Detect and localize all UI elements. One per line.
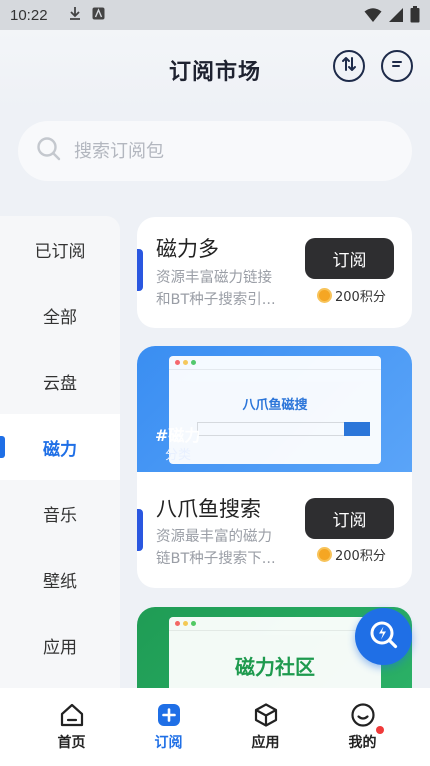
page-title: 订阅市场 bbox=[168, 60, 261, 85]
status-time: 10:22 bbox=[10, 6, 48, 24]
banner-screenshot: 八爪鱼磁搜 bbox=[169, 356, 381, 464]
cube-icon bbox=[253, 702, 279, 728]
search-icon bbox=[36, 136, 62, 166]
sidebar-item-magnet[interactable]: 磁力 bbox=[0, 414, 120, 480]
nav-profile-label: 我的 bbox=[348, 735, 377, 751]
sort-button[interactable] bbox=[333, 50, 365, 82]
home-icon bbox=[59, 702, 85, 728]
subscribe-icon bbox=[156, 702, 182, 728]
card-description: 资源丰富磁力链接和BT种子搜索引... bbox=[156, 270, 276, 308]
nav-home[interactable]: 首页 bbox=[23, 688, 120, 766]
sort-arrows-icon bbox=[340, 55, 358, 77]
card-description: 资源最丰富的磁力链BT种子搜索下... bbox=[156, 529, 276, 567]
status-bar: 10:22 bbox=[0, 0, 430, 30]
subscription-card[interactable]: 磁力多 资源丰富磁力链接和BT种子搜索引... 订阅 200积分 bbox=[137, 217, 412, 328]
floating-search-button[interactable] bbox=[355, 608, 412, 665]
sidebar-item-music[interactable]: 音乐 bbox=[0, 480, 120, 546]
wifi-icon bbox=[364, 7, 382, 27]
battery-icon bbox=[410, 6, 420, 27]
download-icon bbox=[68, 6, 82, 24]
points-label: 200积分 bbox=[335, 290, 386, 305]
bottom-nav: 首页 订阅 应用 我的 bbox=[0, 688, 430, 766]
sidebar-item-subscribed[interactable]: 已订阅 bbox=[0, 216, 120, 282]
header: 订阅市场 bbox=[0, 30, 430, 110]
card-accent-bar bbox=[137, 509, 143, 551]
card-accent-bar bbox=[137, 249, 143, 291]
points-price: 200积分 bbox=[317, 286, 386, 305]
sidebar-item-all[interactable]: 全部 bbox=[0, 282, 120, 348]
search-input[interactable] bbox=[74, 140, 374, 162]
card-title: 磁力多 bbox=[156, 237, 219, 261]
banner-screenshot: 磁力社区 bbox=[169, 617, 381, 688]
chat-bubble-icon bbox=[388, 55, 406, 77]
nav-home-label: 首页 bbox=[57, 735, 86, 751]
coin-icon bbox=[317, 288, 332, 303]
nav-apps-label: 应用 bbox=[251, 735, 280, 751]
banner-logo: 磁力社区 bbox=[235, 655, 315, 679]
coin-icon bbox=[317, 547, 332, 562]
app-notification-icon bbox=[92, 7, 105, 24]
nav-subscribe-label: 订阅 bbox=[154, 735, 183, 751]
subscription-card[interactable]: 八爪鱼磁搜 #磁力 分类 八爪鱼搜索 资源最丰富的磁力链BT种子搜索下... 订… bbox=[137, 346, 412, 588]
points-price: 200积分 bbox=[317, 545, 386, 564]
nav-profile[interactable]: 我的 bbox=[314, 688, 411, 766]
nav-apps[interactable]: 应用 bbox=[217, 688, 314, 766]
subscribe-button[interactable]: 订阅 bbox=[305, 498, 394, 539]
search-bar[interactable] bbox=[18, 121, 412, 181]
category-sidebar: 已订阅 全部 云盘 磁力 音乐 壁纸 应用 bbox=[0, 216, 120, 696]
sidebar-item-wallpaper[interactable]: 壁纸 bbox=[0, 546, 120, 612]
points-label: 200积分 bbox=[335, 549, 386, 564]
notification-badge bbox=[376, 726, 384, 734]
message-button[interactable] bbox=[381, 50, 413, 82]
nav-subscribe[interactable]: 订阅 bbox=[120, 688, 217, 766]
banner-logo: 八爪鱼磁搜 bbox=[242, 398, 308, 413]
subscribe-button[interactable]: 订阅 bbox=[305, 238, 394, 279]
signal-icon bbox=[388, 7, 404, 27]
card-banner-image: 八爪鱼磁搜 #磁力 分类 bbox=[137, 346, 412, 472]
card-title: 八爪鱼搜索 bbox=[156, 497, 261, 521]
profile-icon bbox=[350, 702, 376, 728]
banner-tag: #磁力 bbox=[155, 426, 201, 445]
search-lightning-icon bbox=[367, 618, 401, 656]
sidebar-item-apps[interactable]: 应用 bbox=[0, 612, 120, 678]
sidebar-item-cloud[interactable]: 云盘 bbox=[0, 348, 120, 414]
banner-category: 分类 bbox=[165, 448, 192, 463]
